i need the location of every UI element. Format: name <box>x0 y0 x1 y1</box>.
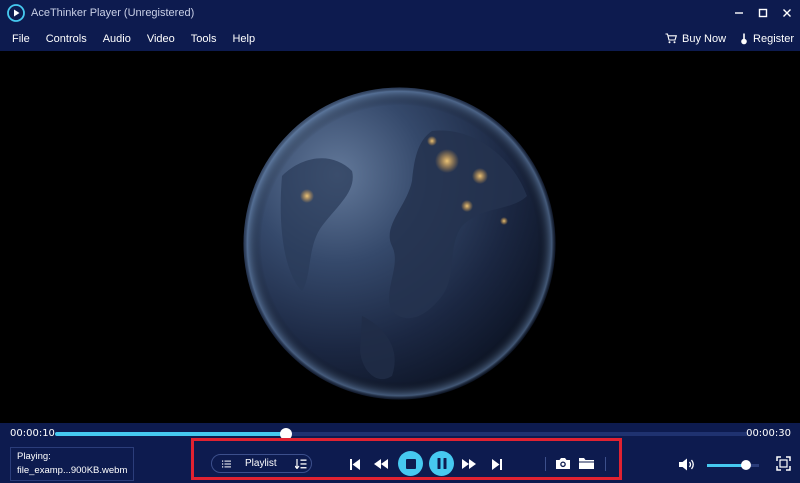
minimize-button[interactable] <box>728 0 750 26</box>
skip-next-icon <box>492 458 502 470</box>
current-time: 00:00:10 <box>10 428 55 439</box>
menu-video[interactable]: Video <box>147 33 175 45</box>
minimize-icon <box>735 12 743 14</box>
stop-icon <box>405 458 416 469</box>
window-title: AceThinker Player (Unregistered) <box>31 7 195 19</box>
maximize-button[interactable] <box>752 0 774 26</box>
playlist-button[interactable]: Playlist <box>211 454 312 473</box>
menu-bar: File Controls Audio Video Tools Help Buy… <box>0 26 800 51</box>
volume-icon <box>678 458 694 471</box>
fast-forward-button[interactable] <box>460 456 478 472</box>
list-icon <box>222 460 231 467</box>
maximize-icon <box>758 8 768 18</box>
menu-help[interactable]: Help <box>232 33 255 45</box>
snapshot-button[interactable] <box>554 455 572 472</box>
video-display[interactable] <box>0 51 800 423</box>
play-logo-icon <box>7 4 25 22</box>
volume-slider[interactable] <box>707 460 759 470</box>
buy-now-link[interactable]: Buy Now <box>665 33 726 45</box>
window-controls <box>728 0 800 26</box>
open-folder-button[interactable] <box>577 455 596 472</box>
menu-audio[interactable]: Audio <box>103 33 131 45</box>
menu-right-links: Buy Now Register <box>651 26 794 51</box>
sort-icon[interactable] <box>294 458 307 469</box>
total-time: 00:00:30 <box>746 428 791 439</box>
rewind-button[interactable] <box>372 456 390 472</box>
progress-fill <box>55 432 286 436</box>
rewind-icon <box>374 459 388 469</box>
playlist-label: Playlist <box>245 458 277 469</box>
separator <box>605 457 606 471</box>
previous-button[interactable] <box>347 456 363 472</box>
skip-previous-icon <box>350 458 360 470</box>
menu-controls[interactable]: Controls <box>46 33 87 45</box>
fullscreen-button[interactable] <box>774 455 792 472</box>
progress-slider[interactable] <box>55 428 748 440</box>
volume-button[interactable] <box>678 457 696 472</box>
title-bar: AceThinker Player (Unregistered) <box>0 0 800 26</box>
now-playing-label: Playing: <box>17 451 51 462</box>
menu-tools[interactable]: Tools <box>191 33 217 45</box>
volume-handle[interactable] <box>741 460 751 470</box>
pause-icon <box>437 458 446 469</box>
register-link[interactable]: Register <box>740 33 794 45</box>
folder-icon <box>579 458 594 469</box>
fast-forward-icon <box>462 459 476 469</box>
pause-button[interactable] <box>429 451 454 476</box>
register-label: Register <box>753 32 794 45</box>
close-button[interactable] <box>776 0 798 26</box>
close-icon <box>783 9 791 17</box>
next-button[interactable] <box>489 456 505 472</box>
control-bar: Playing: file_examp...900KB.webm Playlis… <box>0 438 800 483</box>
key-icon <box>741 33 747 44</box>
stop-button[interactable] <box>398 451 423 476</box>
camera-icon <box>556 458 570 469</box>
earth-video-frame <box>242 86 557 401</box>
now-playing-file: file_examp...900KB.webm <box>17 465 128 476</box>
buy-now-label: Buy Now <box>682 32 727 45</box>
separator <box>545 457 546 471</box>
cart-icon <box>665 33 677 44</box>
fullscreen-icon <box>775 456 791 471</box>
now-playing-box: Playing: file_examp...900KB.webm <box>10 447 134 481</box>
menu-file[interactable]: File <box>12 33 30 45</box>
